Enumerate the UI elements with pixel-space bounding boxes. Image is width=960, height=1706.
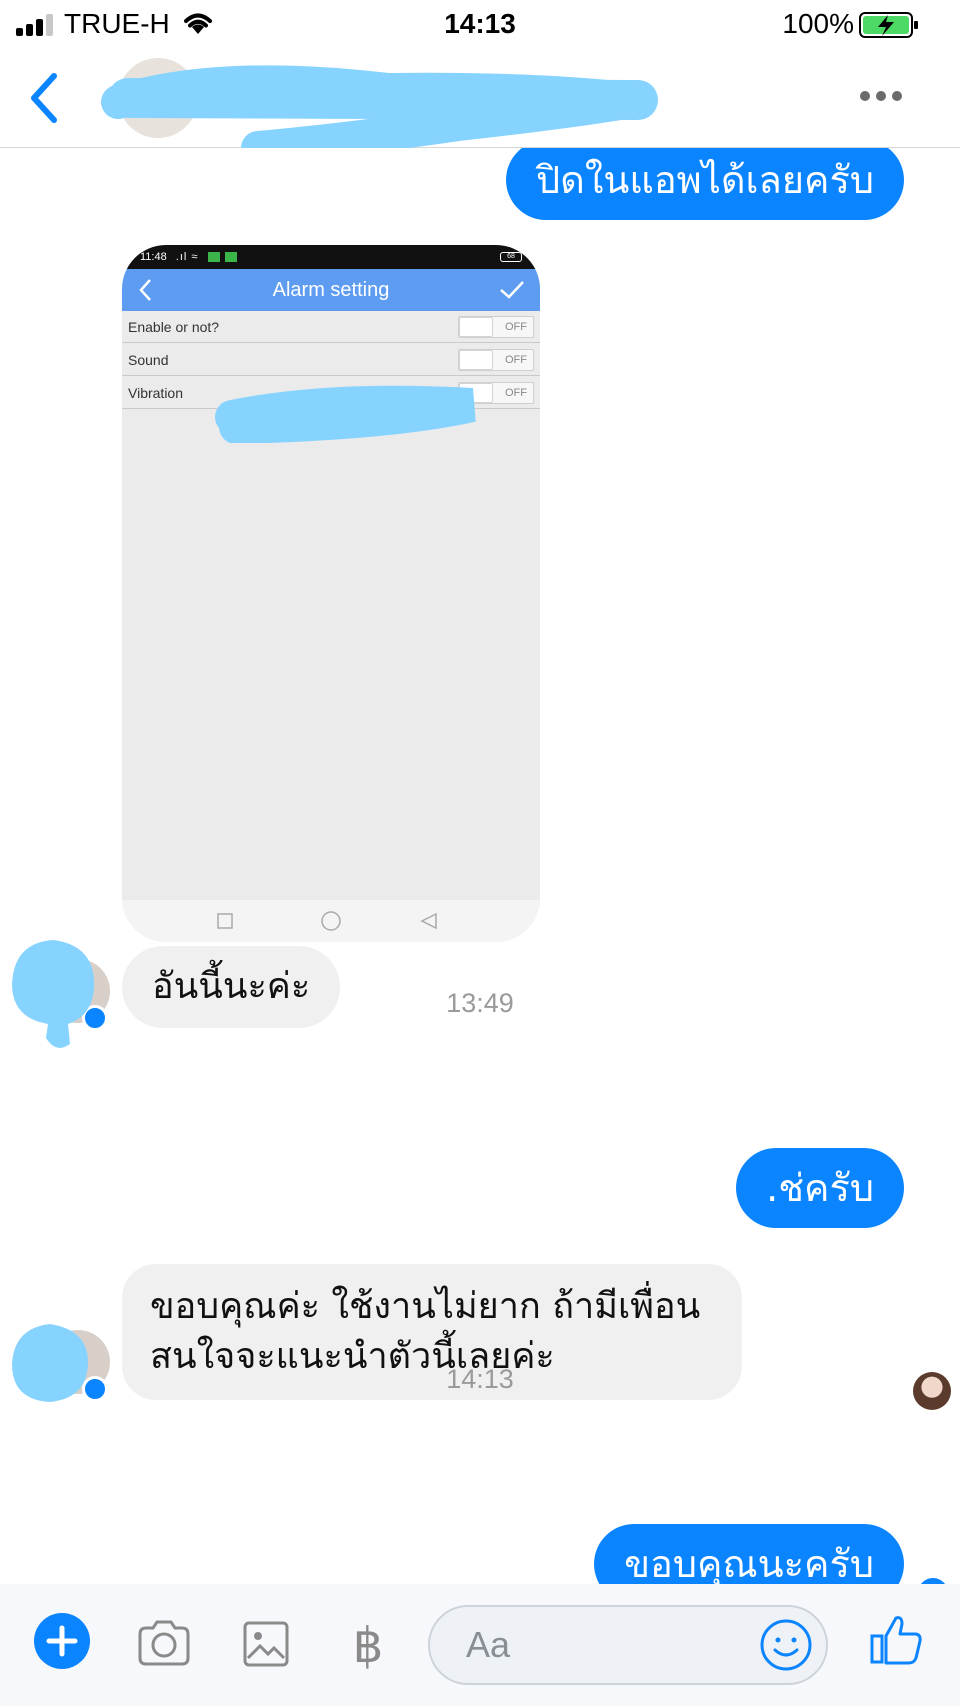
image-toggle-state: OFF xyxy=(505,321,527,333)
image-setting-row: Enable or not? OFF xyxy=(122,311,540,343)
message-list[interactable]: ปิดในแอพได้เลยครับ 11:48 .ıl ≈ 68 Alarm … xyxy=(0,148,960,1584)
message-text: ปิดในแอพได้เลยครับ xyxy=(536,158,874,202)
camera-icon[interactable] xyxy=(134,1614,194,1674)
shared-image-message[interactable]: 11:48 .ıl ≈ 68 Alarm setting Enable or n… xyxy=(122,245,540,942)
image-setting-label: Vibration xyxy=(128,385,184,401)
status-bar: TRUE-H 14:13 100% xyxy=(0,0,960,50)
image-nav-icons xyxy=(217,911,437,931)
image-toggle: OFF xyxy=(458,349,534,371)
message-text: ขอบคุณนะครับ xyxy=(624,1542,874,1584)
plus-icon xyxy=(46,1625,78,1657)
more-options-button[interactable] xyxy=(860,86,908,106)
message-timestamp: 14:13 xyxy=(446,1364,514,1394)
back-button[interactable] xyxy=(22,68,70,128)
battery-percent: 100% xyxy=(782,8,854,39)
conversation-header xyxy=(0,50,960,168)
image-toggle-state: OFF xyxy=(505,387,527,399)
image-icon[interactable] xyxy=(236,1614,296,1674)
message-timestamp: 13:49 xyxy=(446,988,514,1018)
plus-button[interactable] xyxy=(34,1613,90,1669)
message-text: .ช่ครับ xyxy=(766,1166,874,1210)
image-status-bar: 11:48 .ıl ≈ 68 xyxy=(122,245,540,269)
baht-icon[interactable]: ฿ xyxy=(338,1614,398,1674)
redaction-scribble xyxy=(215,385,476,443)
message-bubble-outgoing[interactable]: ปิดในแอพได้เลยครับ xyxy=(506,148,904,220)
message-input-placeholder: Aa xyxy=(466,1624,511,1665)
image-setting-label: Sound xyxy=(128,352,169,368)
message-bubble-outgoing[interactable]: ขอบคุณนะครับ xyxy=(594,1524,904,1584)
image-back-icon xyxy=(139,279,151,301)
message-bubble-outgoing[interactable]: .ช่ครับ xyxy=(736,1148,904,1228)
composer-toolbar: ฿ Aa xyxy=(0,1584,960,1706)
emoji-icon[interactable] xyxy=(758,1617,814,1673)
message-input[interactable]: Aa xyxy=(428,1605,828,1685)
image-toggle: OFF xyxy=(458,316,534,338)
image-check-icon xyxy=(500,281,524,299)
image-toggle-state: OFF xyxy=(505,354,527,366)
image-app-title: Alarm setting xyxy=(272,279,390,301)
image-nav-bar xyxy=(122,900,540,942)
image-status-time: 11:48 xyxy=(140,251,167,263)
image-setting-label: Enable or not? xyxy=(128,319,220,335)
image-setting-row: Sound OFF xyxy=(122,344,540,376)
thumbs-up-icon[interactable] xyxy=(868,1610,924,1670)
message-text-line: ขอบคุณค่ะ ใช้งานไม่ยาก ถ้ามีเพื่อน xyxy=(150,1286,701,1327)
battery-charging-icon xyxy=(859,12,918,38)
svg-text:฿: ฿ xyxy=(353,1618,384,1674)
image-battery-label: 68 xyxy=(500,252,522,262)
image-app-header: Alarm setting xyxy=(122,269,540,311)
